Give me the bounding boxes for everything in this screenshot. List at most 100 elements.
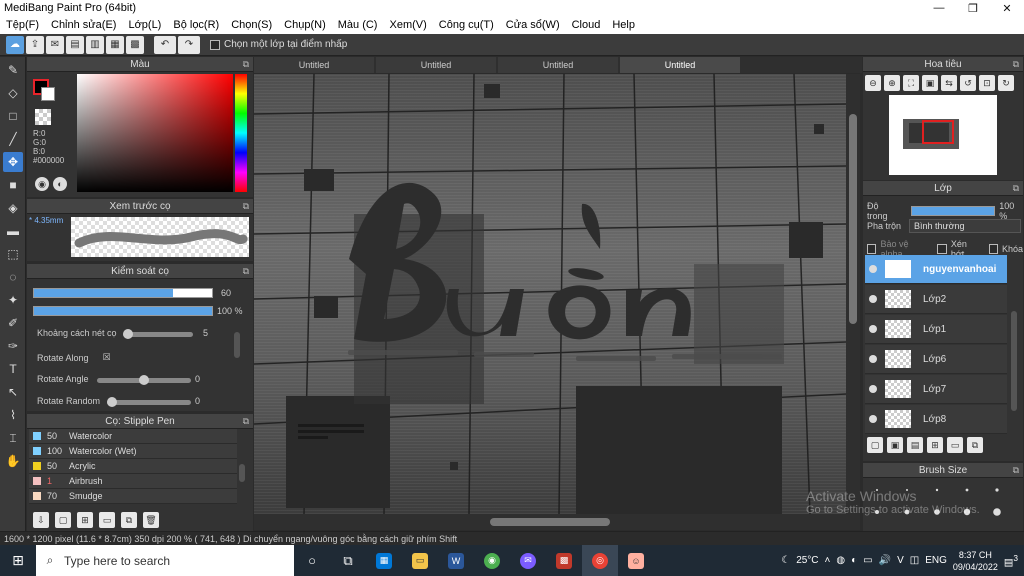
popout-icon[interactable]: ⧉ [1013,463,1019,478]
brush-opacity-slider[interactable] [33,306,213,316]
hue-slider[interactable] [235,74,247,192]
menu-window[interactable]: Cửa sổ(W) [500,19,566,31]
actual-size-icon[interactable]: ▣ [922,75,938,91]
medibang-icon[interactable]: ☺ [618,545,654,576]
canvas-horizontal-scroll-thumb[interactable] [490,518,610,526]
popout-icon[interactable]: ⧉ [243,57,249,72]
rotate-left-icon[interactable]: ↺ [960,75,976,91]
battery-icon[interactable]: ▭ [863,555,872,566]
layer-visibility-icon[interactable] [869,325,877,333]
windows-start-icon[interactable]: ⊞ [0,545,36,576]
brush-list-item[interactable]: 50 Acrylic [29,459,237,474]
popout-icon[interactable]: ⧉ [243,414,249,429]
layer-visibility-icon[interactable] [869,355,877,363]
close-button[interactable]: ✕ [990,0,1024,16]
game-icon[interactable]: ▩ [546,545,582,576]
bucket-tool-icon[interactable]: ◈ [3,198,23,218]
menu-tools[interactable]: Công cụ(T) [433,19,500,31]
zoom-in-icon[interactable]: ⊕ [884,75,900,91]
layer-visibility-icon[interactable] [869,415,877,423]
document-tab[interactable]: Untitled [376,57,496,73]
new-brush-icon[interactable]: ▢ [55,512,71,528]
brush-list-item[interactable]: 70 Smudge [29,489,237,504]
select-layer-on-click-toggle[interactable]: Chọn một lớp tại điểm nhấp [210,39,347,50]
move-tool-icon[interactable]: ✥ [3,152,23,172]
hand-tool-icon[interactable]: ✋ [3,451,23,471]
taskbar-search-box[interactable]: ⌕ Type here to search [36,545,294,576]
navigator-thumbnail[interactable] [889,95,997,175]
color-mode-icon[interactable]: ◐ [53,177,67,191]
spacing-slider[interactable] [123,329,193,339]
tray-app-icon[interactable]: ◐ [851,555,857,566]
duplicate-icon[interactable]: ⧉ [121,512,137,528]
operation-tool-icon[interactable]: ↖ [3,382,23,402]
layer-visibility-icon[interactable] [869,385,877,393]
canvas-vertical-scroll-thumb[interactable] [849,114,857,324]
select-rect-tool-icon[interactable]: ⬚ [3,244,23,264]
spacing-knob[interactable] [123,329,133,339]
document-tab-active[interactable]: Untitled [620,57,740,73]
tray-app-icon[interactable]: ◍ [836,555,845,566]
background-color-swatch[interactable] [41,87,55,101]
browser-icon[interactable]: ◉ [474,545,510,576]
select-pen-tool-icon[interactable]: ✐ [3,313,23,333]
layer-row[interactable]: Lớp2 [865,285,1007,314]
lock-checkbox[interactable] [988,244,998,254]
layer-blend-select[interactable]: Bình thường [909,219,1022,233]
rotate-angle-knob[interactable] [139,375,149,385]
file-explorer-icon[interactable]: ▭ [402,545,438,576]
document-icon[interactable]: ▥ [86,35,104,54]
comment-icon[interactable]: ✉ [46,35,64,54]
protect-alpha-checkbox[interactable] [867,244,877,254]
eyedropper-tool-icon[interactable]: ⌇ [3,405,23,425]
magic-wand-tool-icon[interactable]: ✦ [3,290,23,310]
menu-color[interactable]: Màu (C) [332,19,384,31]
share-icon[interactable]: ⇪ [26,35,44,54]
fit-icon[interactable]: ⛶ [903,75,919,91]
layer-visibility-icon[interactable] [869,295,877,303]
rotate-along-checkbox[interactable]: ☒ [103,352,111,363]
fill-rect-tool-icon[interactable]: ■ [3,175,23,195]
document-tab[interactable]: Untitled [254,57,374,73]
layer-row[interactable]: Lớp6 [865,345,1007,374]
delete-icon[interactable]: 🗑 [143,512,159,528]
clock[interactable]: 8:37 CH 09/04/2022 [953,549,998,573]
tray-overflow-icon[interactable]: ˄ [825,555,831,566]
brush-list-item[interactable]: 50 Watercolor [29,429,237,444]
select-eraser-tool-icon[interactable]: ✑ [3,336,23,356]
menu-select[interactable]: Chọn(S) [225,19,278,31]
rotate-angle-slider[interactable] [97,375,191,385]
new-layer-1bit-icon[interactable]: ▤ [907,437,923,453]
layer-opacity-slider[interactable] [911,206,996,216]
menu-help[interactable]: Help [606,19,641,31]
drawing-canvas[interactable] [254,74,846,514]
popout-icon[interactable]: ⧉ [243,199,249,214]
layer-row[interactable]: Lớp8 [865,405,1007,434]
lasso-tool-icon[interactable]: ◌ [3,267,23,287]
brush-tool-icon[interactable]: ✎ [3,60,23,80]
notifications-icon[interactable]: ▤3 [1004,553,1018,568]
popout-icon[interactable]: ⧉ [1013,57,1019,72]
canvas-horizontal-scrollbar[interactable] [254,514,860,530]
text-tool-icon[interactable]: T [3,359,23,379]
palette-icon[interactable]: ◉ [35,177,49,191]
note-icon[interactable]: ▤ [66,35,84,54]
popout-icon[interactable]: ⧉ [243,264,249,279]
layer-row[interactable]: Lớp1 [865,315,1007,344]
messenger-icon[interactable]: ✉ [510,545,546,576]
checkbox-icon[interactable] [210,39,220,50]
layer-row-selected[interactable]: nguyenvanhoai [865,255,1007,284]
menu-edit[interactable]: Chỉnh sửa(E) [45,19,122,31]
folder-icon[interactable]: ▭ [99,512,115,528]
brush-list-item[interactable]: 100 Watercolor (Wet) [29,444,237,459]
cloud-icon[interactable]: ☁ [6,35,24,54]
eraser-tool-icon[interactable]: ◇ [3,83,23,103]
panels-icon[interactable]: ▩ [126,35,144,54]
layer-list-scrollbar[interactable] [1011,311,1017,411]
cortana-icon[interactable]: ○ [294,545,330,576]
new-layer-icon[interactable]: ▢ [867,437,883,453]
weather-icon[interactable]: ☾ [781,555,790,566]
menu-view[interactable]: Xem(V) [383,19,432,31]
language-indicator[interactable]: ENG [925,555,947,566]
cloud-download-icon[interactable]: ⇩ [33,512,49,528]
